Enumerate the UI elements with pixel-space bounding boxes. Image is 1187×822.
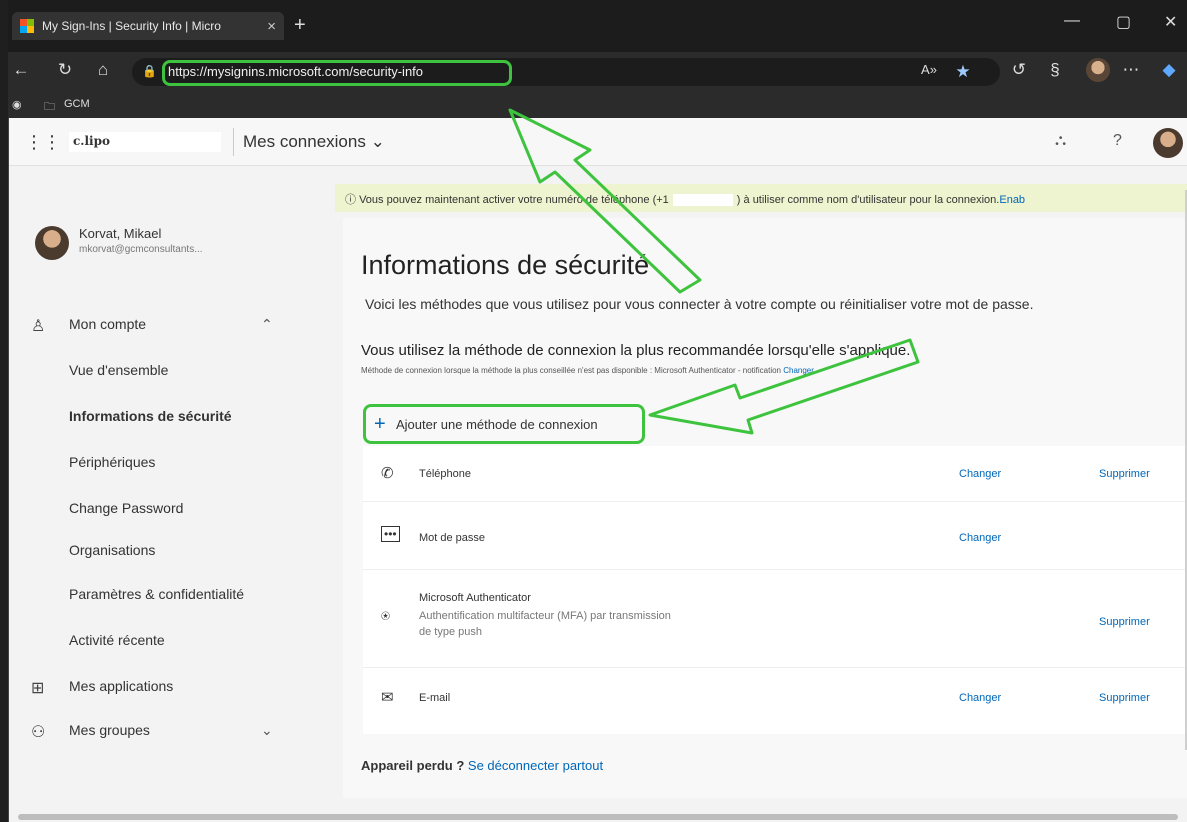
new-tab-button[interactable]: + [294, 14, 306, 37]
method-name: Microsoft Authenticator [419, 592, 531, 604]
method-detail: Authentification multifacteur (MFA) par … [419, 610, 671, 638]
more-menu-icon[interactable]: ⋯ [1120, 60, 1142, 80]
method-row-authenticator: ⍟ Microsoft Authenticator Authentificati… [363, 570, 1187, 668]
lock-icon[interactable]: 🔒 [142, 64, 157, 78]
recommendation-text: Vous utilisez la méthode de connexion la… [361, 342, 911, 359]
app-name[interactable]: Mes connexions ⌄ [243, 132, 385, 152]
user-name: Korvat, Mikael [79, 226, 162, 241]
change-phone-link[interactable]: Changer [959, 468, 1001, 480]
remove-email-link[interactable]: Supprimer [1099, 692, 1150, 704]
sidebar-item-overview[interactable]: Vue d'ensemble [69, 362, 168, 378]
tab-strip: My Sign-Ins | Security Info | Micro × + … [8, 0, 1187, 52]
methods-list: ✆ Téléphone Changer Supprimer ••• Mot de… [363, 446, 1187, 734]
home-icon[interactable]: ⌂ [92, 60, 114, 80]
default-method-text: Méthode de connexion lorsque la méthode … [361, 366, 814, 375]
remove-phone-link[interactable]: Supprimer [1099, 468, 1150, 480]
remove-authenticator-link[interactable]: Supprimer [1099, 616, 1150, 628]
sidebar-item-settings-privacy[interactable]: Paramètres & confidentialité [69, 586, 244, 602]
tab-close-icon[interactable]: × [267, 18, 276, 35]
sidebar-item-security-info[interactable]: Informations de sécurité [69, 408, 232, 424]
org-chart-icon[interactable]: ⛬ [1055, 132, 1066, 150]
sidebar-item-label: Mes groupes [69, 722, 150, 738]
browser-toolbar: ← ↻ ⌂ 🔒 https://mysignins.microsoft.com/… [8, 52, 1187, 90]
horizontal-scrollbar[interactable] [18, 814, 1178, 820]
method-name: E-mail [419, 692, 451, 704]
lost-device: Appareil perdu ? Se déconnecter partout [361, 758, 604, 773]
header-divider [233, 128, 234, 156]
mail-icon: ✉ [381, 689, 394, 706]
help-icon[interactable]: ? [1113, 132, 1122, 150]
profile-avatar[interactable] [1086, 58, 1110, 82]
change-password-link[interactable]: Changer [959, 532, 1001, 544]
phone-icon: ✆ [381, 465, 394, 482]
sidebar-item-label: Mon compte [69, 316, 147, 332]
method-row-email: ✉ E-mail Changer Supprimer [363, 668, 1187, 734]
copilot-icon[interactable]: ◆ [1158, 60, 1180, 80]
method-row-phone: ✆ Téléphone Changer Supprimer [363, 446, 1187, 502]
method-name: Téléphone [419, 468, 471, 480]
logo-text: c.lipo [73, 134, 110, 148]
sidebar-avatar [35, 226, 69, 260]
microsoft-logo-icon [20, 19, 34, 33]
sign-out-everywhere-link[interactable]: Se déconnecter partout [468, 758, 603, 773]
user-email: mkorvat@gcmconsultants... [79, 244, 203, 255]
address-bar[interactable]: 🔒 https://mysignins.microsoft.com/securi… [132, 58, 1000, 86]
chevron-down-icon: ⌄ [370, 132, 385, 151]
browser-tab[interactable]: My Sign-Ins | Security Info | Micro × [12, 12, 284, 40]
extensions-icon[interactable]: ↺ [1008, 60, 1030, 80]
sidebar: Korvat, Mikael mkorvat@gcmconsultants...… [9, 166, 309, 822]
notice-enable-link[interactable]: Enab [999, 194, 1025, 206]
maximize-button[interactable]: ▢ [1116, 12, 1131, 32]
app-header: ⋮⋮⋮ c.lipo Mes connexions ⌄ ⛬ ? [9, 118, 1187, 166]
info-icon: ⓘ [345, 194, 356, 206]
method-row-password: ••• Mot de passe Changer [363, 502, 1187, 570]
authenticator-icon: ⍟ [381, 608, 391, 625]
page-description: Voici les méthodes que vous utilisez pou… [365, 296, 1034, 312]
apps-grid-icon: ⊞ [31, 680, 45, 697]
add-method-button[interactable]: + Ajouter une méthode de connexion [363, 404, 645, 444]
main-content: Informations de sécurité Voici les métho… [343, 218, 1187, 798]
add-method-label: Ajouter une méthode de connexion [396, 417, 598, 432]
notice-text-after: ) à utiliser comme nom d'utilisateur pou… [736, 194, 1000, 206]
sidebar-item-recent-activity[interactable]: Activité récente [69, 632, 165, 648]
page-title: Informations de sécurité [361, 250, 650, 280]
url-highlight-box [162, 60, 512, 86]
change-default-link[interactable]: Changer [783, 366, 814, 375]
collections-icon[interactable]: § [1044, 60, 1066, 80]
browser-window: My Sign-Ins | Security Info | Micro × + … [8, 0, 1187, 822]
sidebar-item-organizations[interactable]: Organisations [69, 542, 155, 558]
plus-icon: + [374, 413, 386, 435]
notice-banner: ⓘ Vous pouvez maintenant activer votre n… [335, 184, 1187, 212]
page: ⋮⋮⋮ c.lipo Mes connexions ⌄ ⛬ ? Korvat, … [8, 118, 1187, 822]
reading-icon[interactable]: ◉ [12, 98, 22, 111]
company-logo[interactable]: c.lipo [69, 132, 221, 152]
refresh-icon[interactable]: ↻ [54, 60, 76, 80]
back-icon[interactable]: ← [10, 60, 32, 80]
bookmarks-bar: ◉ 🗀 GCM [8, 90, 1187, 118]
notice-text-before: Vous pouvez maintenant activer votre num… [359, 194, 669, 206]
minimize-button[interactable]: — [1064, 12, 1080, 30]
password-icon: ••• [381, 526, 400, 542]
folder-icon[interactable]: 🗀 [44, 98, 55, 117]
read-aloud-icon[interactable]: A» [918, 62, 940, 77]
groups-icon: ⚇ [31, 724, 46, 741]
redacted-phone [672, 194, 733, 207]
sidebar-item-change-password[interactable]: Change Password [69, 500, 183, 516]
method-name: Mot de passe [419, 532, 486, 544]
bookmark-gcm[interactable]: GCM [64, 98, 90, 110]
sidebar-item-devices[interactable]: Périphériques [69, 454, 155, 470]
chevron-down-icon: ⌄ [261, 722, 273, 738]
favorite-star-icon[interactable]: ★ [952, 62, 974, 82]
person-icon: ♙ [31, 318, 46, 335]
change-email-link[interactable]: Changer [959, 692, 1001, 704]
user-avatar[interactable] [1153, 128, 1183, 158]
close-window-button[interactable]: ✕ [1164, 12, 1177, 32]
chevron-up-icon: ⌃ [261, 316, 273, 332]
tab-title: My Sign-Ins | Security Info | Micro [42, 19, 221, 33]
sidebar-item-label: Mes applications [69, 678, 174, 694]
